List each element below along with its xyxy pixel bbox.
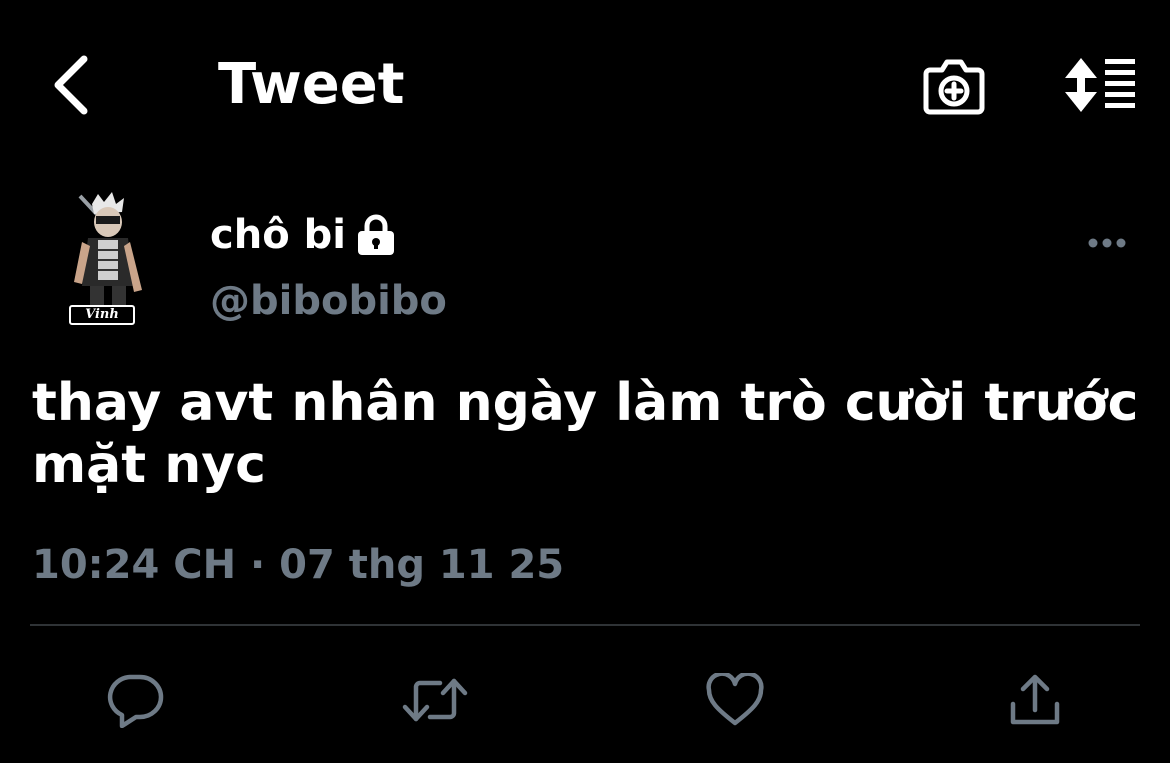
share-icon — [1010, 674, 1060, 725]
heart-icon — [706, 673, 764, 726]
sort-button[interactable] — [1058, 50, 1140, 120]
lock-icon — [356, 214, 398, 256]
author-display-name: chô bi — [210, 212, 346, 258]
camera-button[interactable] — [918, 50, 990, 120]
avatar-badge-label: Vinh — [85, 307, 119, 322]
camera-plus-icon — [923, 59, 985, 115]
reply-button[interactable] — [100, 665, 170, 735]
tweet-text: thay avt nhân ngày làm trò cười trước mặ… — [32, 373, 1139, 495]
retweet-icon — [402, 678, 468, 722]
reply-icon — [107, 674, 164, 728]
share-button[interactable] — [1000, 665, 1070, 735]
page-title: Tweet — [218, 52, 405, 117]
tweet-detail-page: Tweet Vinh chô bi @bibobibo thay avt nhâ… — [0, 0, 1170, 763]
chevron-left-icon — [54, 55, 88, 115]
more-horizontal-icon — [1088, 238, 1126, 248]
sort-lines-icon — [1065, 58, 1135, 112]
author-name-row[interactable]: chô bi — [210, 208, 398, 262]
retweet-button[interactable] — [400, 665, 470, 735]
back-button[interactable] — [40, 50, 100, 120]
more-options-button[interactable] — [1080, 225, 1134, 261]
author-handle[interactable]: @bibobibo — [210, 276, 447, 326]
tweet-timestamp: 10:24 CH · 07 thg 11 25 — [32, 542, 565, 588]
like-button[interactable] — [700, 665, 770, 735]
divider — [30, 624, 1140, 626]
avatar[interactable]: Vinh — [58, 190, 168, 330]
